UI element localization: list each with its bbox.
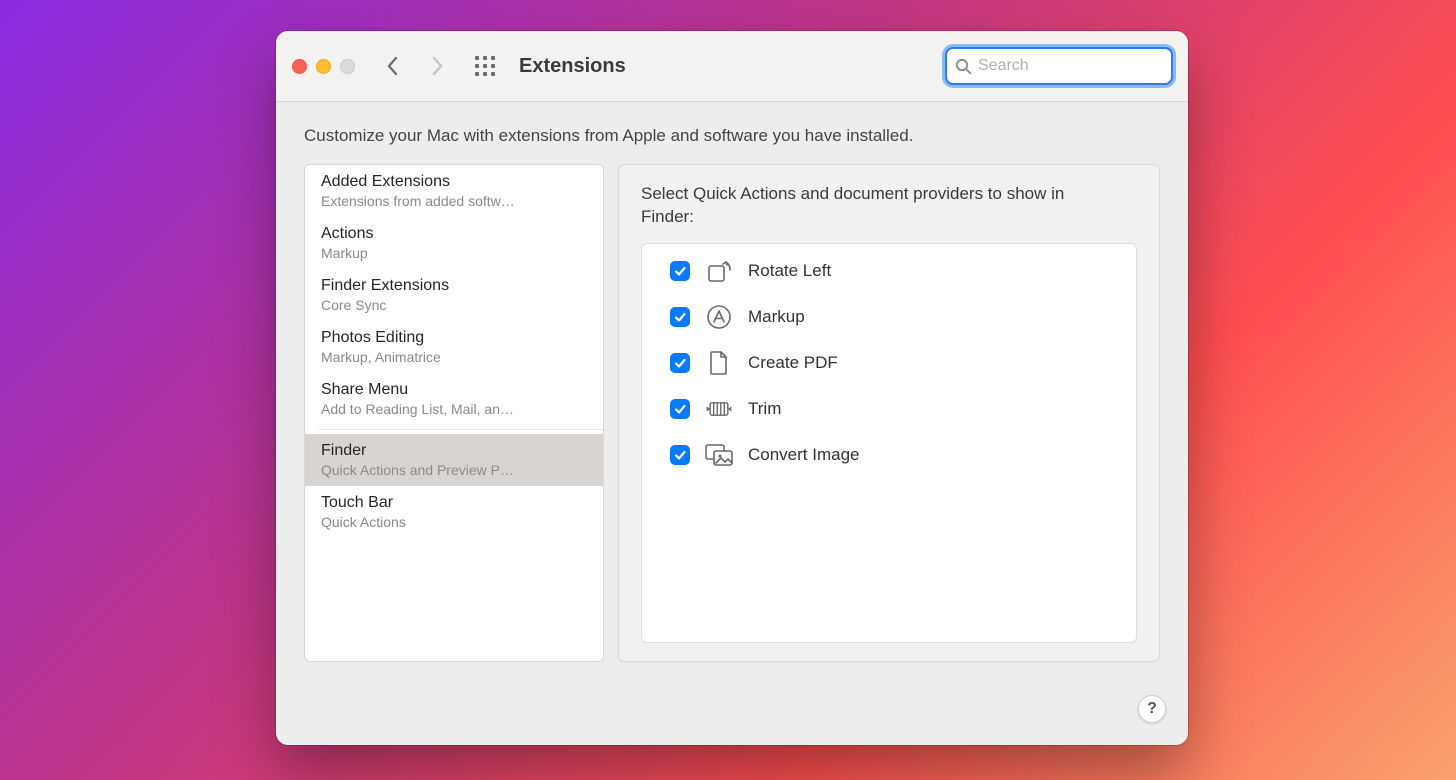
document-icon <box>704 349 734 377</box>
help-icon: ? <box>1147 700 1157 718</box>
sidebar-item-title: Finder Extensions <box>321 277 587 295</box>
checkmark-icon <box>673 264 687 278</box>
sidebar-item[interactable]: Actions Markup <box>305 217 603 269</box>
sidebar-item-detail: Add to Reading List, Mail, an… <box>321 401 561 417</box>
toolbar: Extensions <box>276 31 1188 102</box>
sidebar-item[interactable]: Share Menu Add to Reading List, Mail, an… <box>305 373 603 425</box>
quick-action-label: Markup <box>748 307 805 327</box>
sidebar-item-detail: Markup <box>321 245 561 261</box>
search-input[interactable] <box>978 49 1163 83</box>
quick-action-label: Create PDF <box>748 353 838 373</box>
quick-action-label: Trim <box>748 399 781 419</box>
checkbox[interactable] <box>670 261 690 281</box>
chevron-right-icon <box>430 56 444 76</box>
close-window-button[interactable] <box>292 59 307 74</box>
quick-action-row: Convert Image <box>642 432 1136 478</box>
sidebar-item-title: Touch Bar <box>321 494 587 512</box>
quick-actions-list: Rotate Left Markup Create PDF Trim Convert I… <box>641 243 1137 643</box>
panes: Added Extensions Extensions from added so… <box>304 164 1160 721</box>
back-button[interactable] <box>375 50 411 82</box>
sidebar-item-detail: Extensions from added softw… <box>321 193 561 209</box>
window-controls <box>292 59 355 74</box>
markup-icon <box>704 303 734 331</box>
convert-image-icon <box>704 441 734 469</box>
quick-action-row: Markup <box>642 294 1136 340</box>
sidebar-separator <box>319 429 603 430</box>
quick-action-row: Create PDF <box>642 340 1136 386</box>
category-sidebar: Added Extensions Extensions from added so… <box>304 164 604 662</box>
detail-pane: Select Quick Actions and document provid… <box>618 164 1160 662</box>
content-area: Customize your Mac with extensions from … <box>276 102 1188 745</box>
sidebar-item[interactable]: Added Extensions Extensions from added so… <box>305 165 603 217</box>
checkbox[interactable] <box>670 399 690 419</box>
sidebar-item-detail: Quick Actions <box>321 514 561 530</box>
checkbox[interactable] <box>670 353 690 373</box>
sidebar-item[interactable]: Finder Quick Actions and Preview P… <box>305 434 603 486</box>
sidebar-item-title: Added Extensions <box>321 173 587 191</box>
page-subtitle: Customize your Mac with extensions from … <box>304 126 1160 146</box>
detail-heading: Select Quick Actions and document provid… <box>641 183 1101 229</box>
rotate-left-icon <box>704 257 734 285</box>
checkbox[interactable] <box>670 445 690 465</box>
fullscreen-window-button <box>340 59 355 74</box>
sidebar-item-title: Photos Editing <box>321 329 587 347</box>
quick-action-label: Rotate Left <box>748 261 831 281</box>
search-field-wrap[interactable] <box>946 48 1172 84</box>
window-title: Extensions <box>519 55 626 78</box>
trim-icon <box>704 395 734 423</box>
quick-action-label: Convert Image <box>748 445 860 465</box>
grid-icon <box>474 55 496 77</box>
minimize-window-button[interactable] <box>316 59 331 74</box>
sidebar-item-detail: Core Sync <box>321 297 561 313</box>
sidebar-item-detail: Markup, Animatrice <box>321 349 561 365</box>
sidebar-item-detail: Quick Actions and Preview P… <box>321 462 561 478</box>
checkmark-icon <box>673 310 687 324</box>
checkmark-icon <box>673 448 687 462</box>
sidebar-item-title: Share Menu <box>321 381 587 399</box>
chevron-left-icon <box>386 56 400 76</box>
quick-action-row: Trim <box>642 386 1136 432</box>
sidebar-item[interactable]: Photos Editing Markup, Animatrice <box>305 321 603 373</box>
checkmark-icon <box>673 402 687 416</box>
show-all-button[interactable] <box>467 50 503 82</box>
sidebar-item-title: Actions <box>321 225 587 243</box>
sidebar-item-title: Finder <box>321 442 587 460</box>
sidebar-item[interactable]: Touch Bar Quick Actions <box>305 486 603 538</box>
checkmark-icon <box>673 356 687 370</box>
help-button[interactable]: ? <box>1138 695 1166 723</box>
quick-action-row: Rotate Left <box>642 248 1136 294</box>
sidebar-item[interactable]: Finder Extensions Core Sync <box>305 269 603 321</box>
checkbox[interactable] <box>670 307 690 327</box>
search-icon <box>955 58 972 75</box>
forward-button[interactable] <box>419 50 455 82</box>
preferences-window: Extensions Customize your Mac with exten… <box>276 31 1188 745</box>
